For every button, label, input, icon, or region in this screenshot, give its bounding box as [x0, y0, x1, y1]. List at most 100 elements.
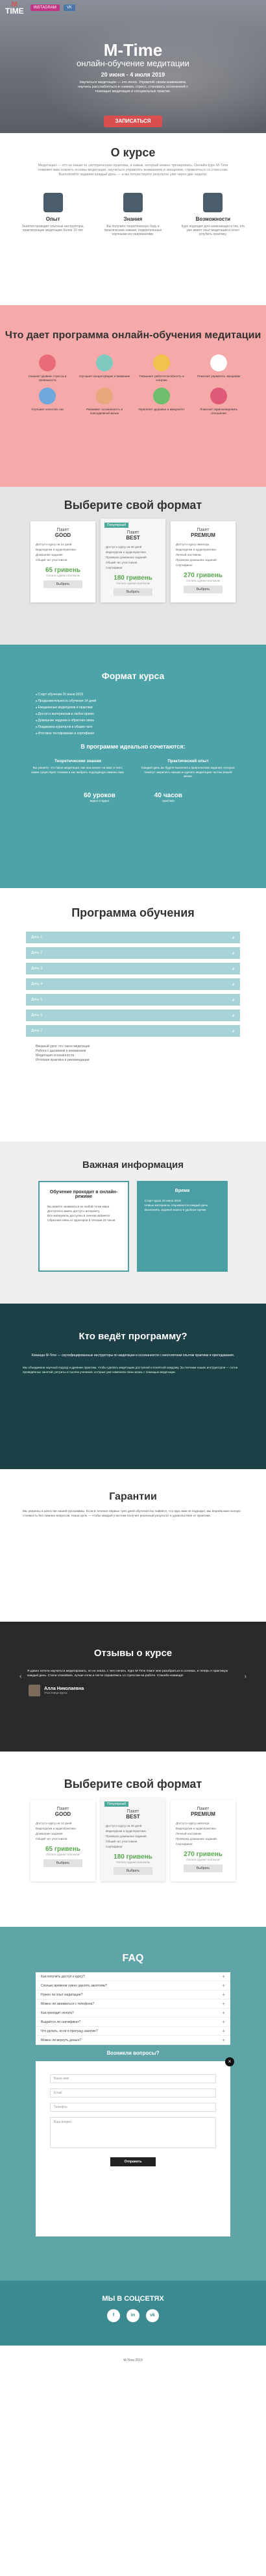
- accordion-row[interactable]: День 4 +: [26, 978, 240, 990]
- question-field[interactable]: Ваш вопрос: [50, 2117, 216, 2148]
- accordion-row[interactable]: День 5 +: [26, 994, 240, 1006]
- benefit-item: Повышает работоспособность и энергию: [135, 354, 188, 382]
- stat-lessons: 60 уроков видео и аудио: [84, 792, 115, 802]
- email-field[interactable]: Email: [50, 2088, 216, 2098]
- plan-feature: Видеоуроки и аудиопрактики: [106, 1829, 146, 1833]
- faq-item[interactable]: Как проходит оплата? +: [36, 2009, 230, 2018]
- faq-item[interactable]: Как получить доступ к курсу? +: [36, 1972, 230, 1981]
- faq-item[interactable]: Сколько времени нужно уделять занятиям? +: [36, 1981, 230, 1990]
- benefit-text: Помогает гармонизировать отношения: [199, 408, 238, 415]
- emotions-icon: [210, 354, 227, 371]
- plan-prefix: Пакет: [56, 1807, 69, 1811]
- accordion-row[interactable]: День 1 +: [26, 932, 240, 943]
- course-stats: 60 уроков видео и аудио 40 часов практики: [0, 792, 266, 802]
- faq-item[interactable]: Можно ли заниматься с телефона? +: [36, 2000, 230, 2009]
- page-subtitle: онлайн-обучение медитации: [77, 58, 189, 68]
- program-section: Программа обучения День 1 + День 2 + День …: [0, 888, 266, 1141]
- formats-section-2: Выберите свой формат Пакет GOOD Доступ к…: [0, 1752, 266, 1927]
- benefits-title: Что дает программа онлайн-обучения медит…: [5, 330, 261, 341]
- faq-item[interactable]: Нужен ли опыт медитации? +: [36, 1990, 230, 2000]
- instagram-icon[interactable]: in: [127, 2309, 139, 2322]
- plan-feature: Доступ к курсу навсегда: [176, 543, 210, 546]
- accordion-row[interactable]: День 6 +: [26, 1009, 240, 1021]
- plan-feature: Доступ к курсу на 30 дней: [106, 1824, 142, 1827]
- benefit-text: Помогает управлять эмоциями: [197, 375, 241, 378]
- phone-field[interactable]: Телефон: [50, 2103, 216, 2112]
- top-bar: M TIME INSTAGRAM VK: [0, 0, 266, 16]
- plan-name: PREMIUM: [191, 532, 215, 538]
- sleep-icon: [39, 388, 56, 404]
- time-card-item: Старт курса 20 июня 2019: [145, 1199, 181, 1202]
- faq-question: Сколько времени нужно уделять занятиям?: [41, 1983, 107, 1988]
- accordion-row[interactable]: День 3 +: [26, 963, 240, 974]
- plan-feature: Домашние задания: [36, 553, 63, 556]
- chevron-right-icon[interactable]: ›: [245, 1673, 247, 1680]
- faq-item[interactable]: Можно ли вернуть деньги? +: [36, 2036, 230, 2045]
- logo[interactable]: M TIME: [5, 1, 24, 16]
- faq-item[interactable]: Выдаётся ли сертификат? +: [36, 2018, 230, 2027]
- plan-feature: Проверка домашних заданий: [176, 1837, 217, 1840]
- submit-button[interactable]: Отправить: [110, 2157, 156, 2166]
- chevron-left-icon[interactable]: ‹: [19, 1673, 21, 1680]
- question-form: × Ваше имя Email Телефон Ваш вопрос Отпр…: [36, 2057, 234, 2236]
- hourglass-icon: [96, 388, 113, 404]
- plan-name: GOOD: [54, 1811, 71, 1817]
- plus-icon: +: [232, 950, 235, 956]
- plan-feature: Проверка домашних заданий: [106, 1835, 147, 1838]
- hero-intro: Научиться медитации — это легко. Управля…: [78, 80, 188, 93]
- plan-features: Доступ к курсу на 30 дней Видеоуроки и а…: [106, 545, 160, 571]
- close-icon[interactable]: ×: [225, 2057, 234, 2066]
- choose-plan-button[interactable]: Выбрать: [114, 588, 152, 596]
- heart-icon: [210, 388, 227, 404]
- plan-name: BEST: [126, 1814, 140, 1820]
- benefit-text: Укрепляет здоровье и иммунитет: [138, 408, 185, 411]
- benefit-item: Улучшает концентрацию и внимание: [78, 354, 131, 382]
- facebook-icon[interactable]: f: [107, 2309, 120, 2322]
- plan-price: 270 гривень: [184, 1851, 223, 1858]
- plan-features: Доступ к курсу навсегда Видеоуроки и ауд…: [176, 1821, 230, 1847]
- choose-plan-button[interactable]: Выбрать: [43, 580, 82, 588]
- instagram-link[interactable]: INSTAGRAM: [30, 5, 60, 11]
- vk-link[interactable]: VK: [63, 5, 75, 11]
- practice-text: Каждый день вы будете выполнять практиче…: [141, 766, 235, 778]
- faq-item[interactable]: Что делать, если я пропущу занятие? +: [36, 2027, 230, 2036]
- name-field[interactable]: Ваше имя: [50, 2074, 216, 2083]
- author-name: Алла Николаевна: [44, 1687, 84, 1691]
- benefit-item: Снижает уровень стресса и тревожности: [21, 354, 74, 382]
- plan-feature: Сертификат: [176, 564, 193, 567]
- about-title: О курсе: [110, 146, 156, 159]
- faq-question: Можно ли заниматься с телефона?: [41, 2001, 95, 2006]
- choose-plan-button[interactable]: Выбрать: [184, 1864, 223, 1872]
- benefit-item: Помогает гармонизировать отношения: [192, 388, 245, 415]
- benefit-text: Развивает осознанность в повседневной жи…: [86, 408, 123, 415]
- guarantee-title: Гарантии: [109, 1491, 157, 1502]
- accordion-label: День 4: [31, 982, 43, 986]
- program-accordion: День 1 + День 2 + День 3 + День 4 + День 5 + …: [26, 932, 240, 1037]
- plan-cards: Пакет GOOD Доступ к курсу на 14 дней Вид…: [0, 1798, 266, 1881]
- plan-feature: Личный наставник: [176, 553, 202, 556]
- plan-price: 65 гривень: [45, 1846, 81, 1853]
- plan-feature: Общий чат участников: [106, 561, 138, 564]
- feature-title: Возможности: [195, 216, 231, 222]
- course-bullet: Итоговое тестирование и сертификат: [36, 730, 230, 737]
- plus-icon: +: [222, 1983, 225, 1988]
- benefit-item: Улучшает качество сна: [21, 388, 74, 415]
- accordion-row[interactable]: День 2 +: [26, 947, 240, 959]
- plan-note: Оплата одним платежом: [46, 1853, 80, 1856]
- program-notes: Вводный урок: что такое медитация Работа…: [36, 1045, 230, 1063]
- choose-plan-button[interactable]: Выбрать: [184, 586, 223, 593]
- plus-icon: +: [222, 2028, 225, 2034]
- plan-card-good: Пакет GOOD Доступ к курсу на 14 дней Вид…: [30, 1800, 95, 1881]
- choose-plan-button[interactable]: Выбрать: [114, 1867, 152, 1875]
- accordion-row[interactable]: День 7 +: [26, 1025, 240, 1037]
- included-heading: В программе идеально сочетаются:: [80, 743, 186, 750]
- plan-card-premium: Пакет PREMIUM Доступ к курсу навсегда Ви…: [171, 521, 236, 602]
- guarantee-section: Гарантии Мы уверены в качестве нашей про…: [0, 1469, 266, 1622]
- choose-plan-button[interactable]: Выбрать: [43, 1859, 82, 1867]
- plan-feature: Видеоуроки и аудиопрактики: [36, 1827, 76, 1830]
- vk-icon[interactable]: vk: [146, 2309, 159, 2322]
- signup-button[interactable]: Записаться: [104, 116, 162, 127]
- who-title: Кто ведёт программу?: [79, 1331, 187, 1342]
- plan-features: Доступ к курсу навсегда Видеоуроки и ауд…: [176, 542, 230, 568]
- formats-section: Выберите свой формат Пакет GOOD Доступ к…: [0, 487, 266, 645]
